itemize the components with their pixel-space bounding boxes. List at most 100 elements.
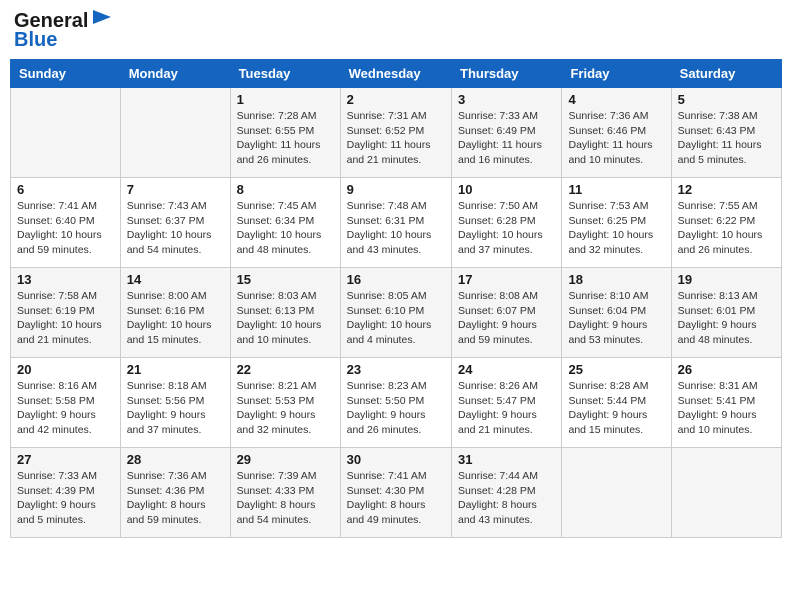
calendar-header: SundayMondayTuesdayWednesdayThursdayFrid… [11, 60, 782, 88]
calendar-cell: 18 Sunrise: 8:10 AM Sunset: 6:04 PM Dayli… [562, 268, 671, 358]
day-number: 16 [347, 272, 445, 287]
calendar-cell: 24 Sunrise: 8:26 AM Sunset: 5:47 PM Dayli… [452, 358, 562, 448]
calendar-week-5: 27Sunrise: 7:33 AM Sunset: 4:39 PM Dayli… [11, 448, 782, 538]
calendar-cell: 11 Sunrise: 7:53 AM Sunset: 6:25 PM Dayli… [562, 178, 671, 268]
calendar-cell: 13 Sunrise: 7:58 AM Sunset: 6:19 PM Dayli… [11, 268, 121, 358]
day-content: Sunrise: 7:41 AM Sunset: 4:30 PM Dayligh… [347, 469, 445, 528]
calendar-cell: 25 Sunrise: 8:28 AM Sunset: 5:44 PM Dayli… [562, 358, 671, 448]
calendar-cell: 8Sunrise: 7:45 AM Sunset: 6:34 PM Daylig… [230, 178, 340, 268]
header-day-thursday: Thursday [452, 60, 562, 88]
calendar-cell: 30Sunrise: 7:41 AM Sunset: 4:30 PM Dayli… [340, 448, 451, 538]
calendar-cell: 3Sunrise: 7:33 AM Sunset: 6:49 PM Daylig… [452, 88, 562, 178]
day-number: 21 [127, 362, 224, 377]
day-content: Sunrise: 8:28 AM Sunset: 5:44 PM Dayligh… [568, 379, 664, 438]
calendar-cell: 2 Sunrise: 7:31 AM Sunset: 6:52 PM Daylig… [340, 88, 451, 178]
calendar-cell: 14 Sunrise: 8:00 AM Sunset: 6:16 PM Dayli… [120, 268, 230, 358]
day-number: 28 [127, 452, 224, 467]
day-number: 23 [347, 362, 445, 377]
logo-blue: Blue [14, 29, 57, 51]
day-number: 18 [568, 272, 664, 287]
day-number: 26 [678, 362, 775, 377]
day-number: 13 [17, 272, 114, 287]
day-content: Sunrise: 8:21 AM Sunset: 5:53 PM Dayligh… [237, 379, 334, 438]
day-content: Sunrise: 7:48 AM Sunset: 6:31 PM Dayligh… [347, 199, 445, 258]
calendar-cell: 27Sunrise: 7:33 AM Sunset: 4:39 PM Dayli… [11, 448, 121, 538]
day-content: Sunrise: 7:50 AM Sunset: 6:28 PM Dayligh… [458, 199, 555, 258]
calendar-cell: 6 Sunrise: 7:41 AM Sunset: 6:40 PM Daylig… [11, 178, 121, 268]
day-number: 11 [568, 182, 664, 197]
day-number: 9 [347, 182, 445, 197]
calendar-cell: 16 Sunrise: 8:05 AM Sunset: 6:10 PM Dayli… [340, 268, 451, 358]
calendar-cell: 31 Sunrise: 7:44 AM Sunset: 4:28 PM Dayli… [452, 448, 562, 538]
day-content: Sunrise: 7:28 AM Sunset: 6:55 PM Dayligh… [237, 109, 334, 168]
header-day-sunday: Sunday [11, 60, 121, 88]
calendar-cell: 10 Sunrise: 7:50 AM Sunset: 6:28 PM Dayli… [452, 178, 562, 268]
calendar-week-4: 20Sunrise: 8:16 AM Sunset: 5:58 PM Dayli… [11, 358, 782, 448]
day-number: 5 [678, 92, 775, 107]
header-day-monday: Monday [120, 60, 230, 88]
day-number: 25 [568, 362, 664, 377]
day-content: Sunrise: 7:45 AM Sunset: 6:34 PM Dayligh… [237, 199, 334, 258]
day-content: Sunrise: 8:23 AM Sunset: 5:50 PM Dayligh… [347, 379, 445, 438]
day-content: Sunrise: 7:55 AM Sunset: 6:22 PM Dayligh… [678, 199, 775, 258]
header-day-saturday: Saturday [671, 60, 781, 88]
calendar-cell: 23 Sunrise: 8:23 AM Sunset: 5:50 PM Dayli… [340, 358, 451, 448]
day-content: Sunrise: 8:16 AM Sunset: 5:58 PM Dayligh… [17, 379, 114, 438]
day-content: Sunrise: 7:44 AM Sunset: 4:28 PM Dayligh… [458, 469, 555, 528]
day-number: 17 [458, 272, 555, 287]
day-number: 10 [458, 182, 555, 197]
day-number: 31 [458, 452, 555, 467]
day-content: Sunrise: 8:03 AM Sunset: 6:13 PM Dayligh… [237, 289, 334, 348]
day-content: Sunrise: 8:08 AM Sunset: 6:07 PM Dayligh… [458, 289, 555, 348]
day-content: Sunrise: 7:43 AM Sunset: 6:37 PM Dayligh… [127, 199, 224, 258]
day-content: Sunrise: 8:18 AM Sunset: 5:56 PM Dayligh… [127, 379, 224, 438]
day-number: 29 [237, 452, 334, 467]
calendar-cell: 29 Sunrise: 7:39 AM Sunset: 4:33 PM Dayli… [230, 448, 340, 538]
calendar-cell: 5 Sunrise: 7:38 AM Sunset: 6:43 PM Daylig… [671, 88, 781, 178]
calendar-week-2: 6 Sunrise: 7:41 AM Sunset: 6:40 PM Daylig… [11, 178, 782, 268]
day-number: 3 [458, 92, 555, 107]
page-header: General Blue [10, 10, 782, 51]
calendar-cell: 26 Sunrise: 8:31 AM Sunset: 5:41 PM Dayli… [671, 358, 781, 448]
calendar-cell [671, 448, 781, 538]
day-content: Sunrise: 8:00 AM Sunset: 6:16 PM Dayligh… [127, 289, 224, 348]
calendar-cell: 9 Sunrise: 7:48 AM Sunset: 6:31 PM Daylig… [340, 178, 451, 268]
calendar-body: 1 Sunrise: 7:28 AM Sunset: 6:55 PM Daylig… [11, 88, 782, 538]
header-day-wednesday: Wednesday [340, 60, 451, 88]
day-number: 6 [17, 182, 114, 197]
day-content: Sunrise: 7:31 AM Sunset: 6:52 PM Dayligh… [347, 109, 445, 168]
day-content: Sunrise: 8:13 AM Sunset: 6:01 PM Dayligh… [678, 289, 775, 348]
calendar-cell: 19 Sunrise: 8:13 AM Sunset: 6:01 PM Dayli… [671, 268, 781, 358]
calendar-cell: 7 Sunrise: 7:43 AM Sunset: 6:37 PM Daylig… [120, 178, 230, 268]
day-number: 15 [237, 272, 334, 287]
day-content: Sunrise: 8:26 AM Sunset: 5:47 PM Dayligh… [458, 379, 555, 438]
calendar-cell [120, 88, 230, 178]
calendar-cell [562, 448, 671, 538]
day-content: Sunrise: 7:38 AM Sunset: 6:43 PM Dayligh… [678, 109, 775, 168]
day-number: 24 [458, 362, 555, 377]
day-number: 12 [678, 182, 775, 197]
day-number: 1 [237, 92, 334, 107]
day-content: Sunrise: 8:31 AM Sunset: 5:41 PM Dayligh… [678, 379, 775, 438]
calendar-cell: 12 Sunrise: 7:55 AM Sunset: 6:22 PM Dayli… [671, 178, 781, 268]
day-content: Sunrise: 8:05 AM Sunset: 6:10 PM Dayligh… [347, 289, 445, 348]
calendar-cell: 4Sunrise: 7:36 AM Sunset: 6:46 PM Daylig… [562, 88, 671, 178]
day-number: 2 [347, 92, 445, 107]
day-number: 4 [568, 92, 664, 107]
day-content: Sunrise: 7:41 AM Sunset: 6:40 PM Dayligh… [17, 199, 114, 258]
day-number: 14 [127, 272, 224, 287]
day-content: Sunrise: 7:53 AM Sunset: 6:25 PM Dayligh… [568, 199, 664, 258]
day-number: 19 [678, 272, 775, 287]
calendar-week-1: 1 Sunrise: 7:28 AM Sunset: 6:55 PM Daylig… [11, 88, 782, 178]
day-number: 22 [237, 362, 334, 377]
day-content: Sunrise: 8:10 AM Sunset: 6:04 PM Dayligh… [568, 289, 664, 348]
calendar-table: SundayMondayTuesdayWednesdayThursdayFrid… [10, 59, 782, 538]
day-content: Sunrise: 7:39 AM Sunset: 4:33 PM Dayligh… [237, 469, 334, 528]
day-content: Sunrise: 7:58 AM Sunset: 6:19 PM Dayligh… [17, 289, 114, 348]
calendar-cell: 21 Sunrise: 8:18 AM Sunset: 5:56 PM Dayli… [120, 358, 230, 448]
day-content: Sunrise: 7:36 AM Sunset: 4:36 PM Dayligh… [127, 469, 224, 528]
calendar-cell: 1 Sunrise: 7:28 AM Sunset: 6:55 PM Daylig… [230, 88, 340, 178]
day-number: 27 [17, 452, 114, 467]
day-number: 7 [127, 182, 224, 197]
header-day-tuesday: Tuesday [230, 60, 340, 88]
